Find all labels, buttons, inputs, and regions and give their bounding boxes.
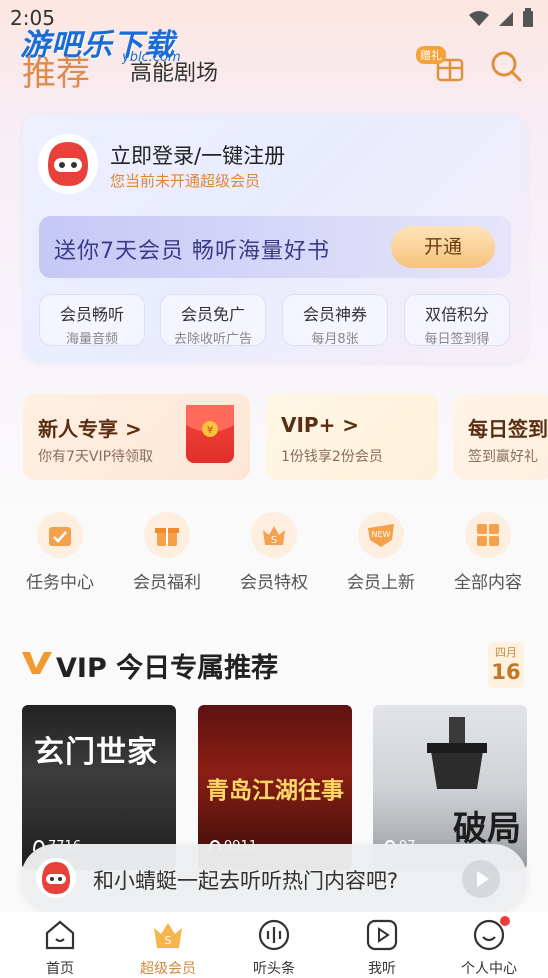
perk-title: 会员免广 xyxy=(180,305,245,324)
gift-box-icon[interactable] xyxy=(144,512,190,558)
menu-label-tasks[interactable]: 任务中心 xyxy=(12,568,108,593)
vip-crown-icon: S xyxy=(154,923,182,948)
book-title: 破局 xyxy=(453,809,521,849)
battery-icon xyxy=(523,8,533,27)
red-envelope-icon: ¥ xyxy=(186,405,234,463)
nav-my-listen[interactable]: 我听 xyxy=(342,918,422,978)
section-title: VIP 今日专属推荐 xyxy=(56,653,279,684)
vip-plus-title: VIP+ > xyxy=(281,413,360,437)
nav-label: 超级会员 xyxy=(140,961,196,977)
perk-sub: 每月8张 xyxy=(311,332,359,347)
login-title[interactable]: 立即登录/一键注册 xyxy=(110,140,285,170)
audio-wave-icon xyxy=(258,919,290,951)
vip-logo-icon xyxy=(22,650,52,678)
open-membership-button[interactable]: 开通 xyxy=(391,226,495,268)
book-title: 青岛江湖往事 xyxy=(206,778,344,804)
perk-sub: 海量音频 xyxy=(65,332,118,347)
checkin-title: 每日签到 xyxy=(468,417,548,441)
play-square-icon xyxy=(366,919,398,951)
new-badge-icon[interactable]: NEW xyxy=(358,512,404,558)
status-icons xyxy=(468,8,534,28)
dragonfly-mascot-icon xyxy=(40,136,96,192)
dragonfly-mascot-icon xyxy=(36,858,76,898)
play-button[interactable] xyxy=(462,860,500,898)
perk-sub: 去除收听广告 xyxy=(173,332,252,347)
menu-label-privileges[interactable]: 会员特权 xyxy=(226,568,322,593)
perk-double-points[interactable]: 双倍积分 每日签到得 xyxy=(404,294,510,347)
svg-text:S: S xyxy=(165,934,172,947)
checkin-sub: 签到赢好礼 xyxy=(468,449,538,465)
promo-text: 送你7天会员 畅听海量好书 xyxy=(54,239,330,264)
wifi-icon xyxy=(469,11,489,26)
nav-label: 首页 xyxy=(46,961,74,977)
date-month: 四月 xyxy=(495,646,517,659)
tab-theater[interactable]: 高能剧场 xyxy=(130,55,218,87)
svg-text:S: S xyxy=(271,535,277,546)
svg-text:NEW: NEW xyxy=(372,530,391,539)
nav-home[interactable]: 首页 xyxy=(20,918,100,978)
grid-icon[interactable] xyxy=(465,512,511,558)
perk-listen[interactable]: 会员畅听 海量音频 xyxy=(39,294,145,347)
tab-recommend[interactable]: 推荐 xyxy=(22,46,90,95)
perk-coupons[interactable]: 会员神券 每月8张 xyxy=(282,294,388,347)
signal-icon xyxy=(499,12,513,26)
date-badge: 四月 16 xyxy=(488,642,524,688)
date-day: 16 xyxy=(491,660,521,684)
tripod-vessel-icon xyxy=(427,717,487,789)
calendar-check-icon[interactable] xyxy=(37,512,83,558)
perk-title: 双倍积分 xyxy=(424,305,489,324)
perk-title: 会员畅听 xyxy=(59,305,124,324)
perk-no-ads[interactable]: 会员免广 去除收听广告 xyxy=(160,294,266,347)
notification-dot xyxy=(500,916,510,926)
nav-headlines[interactable]: 听头条 xyxy=(234,918,314,978)
menu-label-all[interactable]: 全部内容 xyxy=(440,568,536,593)
floating-bar-text: 和小蜻蜓一起去听听热门内容吧? xyxy=(93,869,399,893)
menu-label-welfare[interactable]: 会员福利 xyxy=(119,568,215,593)
vip-plus-sub: 1份钱享2份会员 xyxy=(281,449,383,465)
avatar[interactable] xyxy=(38,134,98,194)
perk-sub: 每日签到得 xyxy=(424,332,490,347)
svg-text:¥: ¥ xyxy=(207,425,213,436)
newcomer-title: 新人专享 > xyxy=(38,417,142,441)
nav-label: 个人中心 xyxy=(461,961,517,977)
membership-status: 您当前未开通超级会员 xyxy=(110,172,261,190)
search-icon xyxy=(491,51,522,82)
newcomer-sub: 你有7天VIP待领取 xyxy=(38,449,154,465)
home-icon xyxy=(45,920,75,950)
search-button[interactable] xyxy=(488,48,524,84)
nav-label: 听头条 xyxy=(253,961,295,977)
play-icon xyxy=(477,871,489,887)
book-title: 玄门世家 xyxy=(34,735,158,770)
gift-tag: 赠礼 xyxy=(416,46,446,64)
nav-super-vip[interactable]: S 超级会员 xyxy=(128,918,208,978)
menu-label-new[interactable]: 会员上新 xyxy=(333,568,429,593)
nav-profile[interactable]: 个人中心 xyxy=(449,918,529,978)
perk-title: 会员神券 xyxy=(302,305,367,324)
nav-label: 我听 xyxy=(368,961,396,977)
vip-plus-card[interactable] xyxy=(266,394,438,480)
crown-s-icon[interactable]: S xyxy=(251,512,297,558)
